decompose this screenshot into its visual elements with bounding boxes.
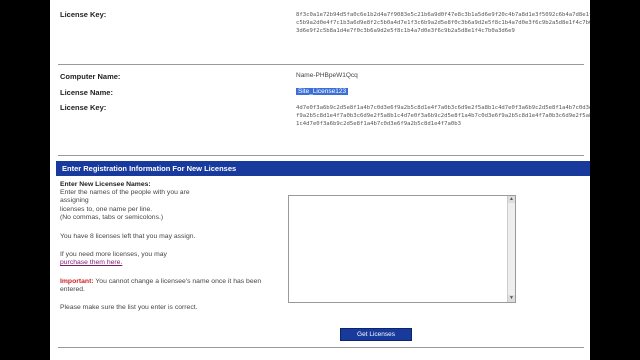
- divider-2: [58, 155, 584, 156]
- license-key-label: License Key:: [60, 10, 107, 19]
- confirm-text: Please make sure the list you enter is c…: [60, 304, 198, 312]
- purchase-text: If you need more licenses, you may: [60, 251, 167, 259]
- instructions-line3: licenses to, one name per line.: [60, 205, 153, 213]
- section-header: Enter Registration Information For New L…: [56, 161, 590, 176]
- license-key2-value: 4d7e0f3a6b9c2d5e8f1a4b7c0d3e6f9a2b5c8d1e…: [296, 105, 590, 128]
- computer-name-label: Computer Name:: [60, 72, 121, 81]
- get-licenses-button[interactable]: Get Licenses: [340, 328, 412, 341]
- scroll-down-icon[interactable]: ▼: [508, 295, 515, 302]
- textarea-scrollbar[interactable]: ▲ ▼: [507, 196, 515, 302]
- important-label: Important:: [60, 277, 94, 285]
- divider-3: [58, 347, 584, 348]
- computer-name-value: Name-PHBpeW1Qcq: [296, 72, 358, 79]
- instructions-heading: Enter New Licensee Names:: [60, 181, 151, 188]
- instructions: Enter New Licensee Names: Enter the name…: [60, 181, 280, 312]
- license-name-value[interactable]: Site_License123: [296, 88, 349, 95]
- registration-page: License Key: 8f3c0a1e72b94d5fa0c6e1b2d4a…: [50, 0, 590, 360]
- licensee-names-textarea[interactable]: ▲ ▼: [288, 195, 516, 303]
- instructions-line1: Enter the names of the people with you a…: [60, 189, 190, 197]
- license-name-label: License Name:: [60, 88, 113, 97]
- instructions-line4: (No commas, tabs or semicolons.): [60, 213, 164, 221]
- licenses-left-text: You have 8 licenses left that you may as…: [60, 233, 196, 241]
- purchase-link[interactable]: purchase them here.: [60, 259, 122, 266]
- instructions-line2: assigning: [60, 197, 89, 205]
- divider-1: [58, 64, 584, 65]
- license-key-value: 8f3c0a1e72b94d5fa0c6e1b2d4a7f9083e5c21b6…: [296, 12, 590, 35]
- license-key2-label: License Key:: [60, 103, 107, 112]
- scroll-up-icon[interactable]: ▲: [508, 196, 515, 203]
- license-name-wrap: Site_License123: [296, 88, 349, 95]
